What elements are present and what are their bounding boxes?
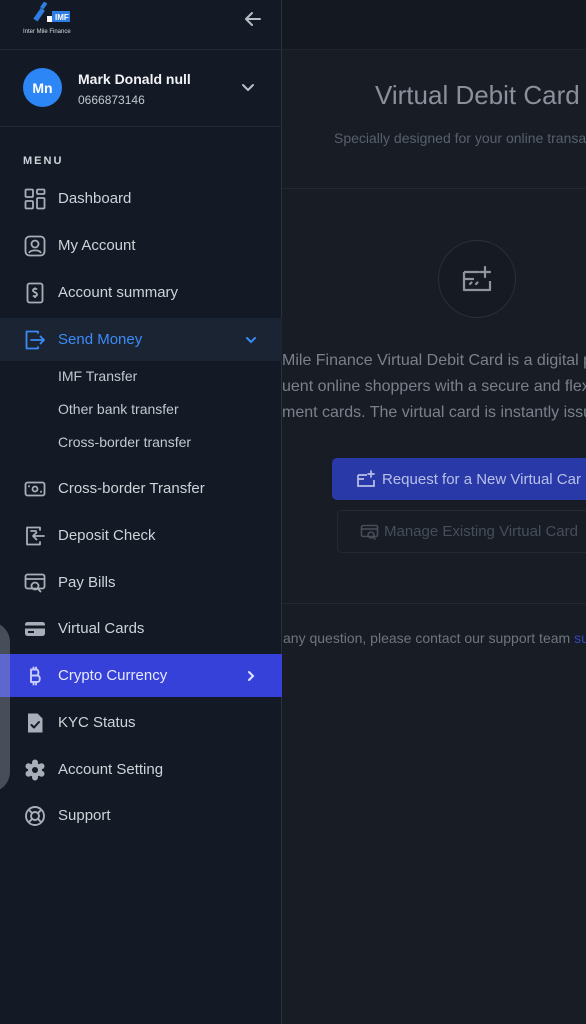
page-divider	[282, 188, 586, 189]
dashboard-grid-icon	[23, 187, 47, 211]
sidebar-item-label: Dashboard	[58, 190, 132, 207]
sidebar-item-label: KYC Status	[58, 714, 136, 731]
sidebar-item-deposit-check[interactable]: Deposit Check	[0, 514, 282, 557]
sidebar-item-kyc-status[interactable]: KYC Status	[0, 701, 282, 744]
sidebar-item-my-account[interactable]: My Account	[0, 224, 282, 267]
support-note-text: any question, please contact our support…	[283, 630, 575, 646]
card-description-line: uent online shoppers with a secure and f…	[282, 378, 586, 395]
gear-icon	[23, 758, 47, 782]
sidebar-item-label: Support	[58, 807, 111, 824]
user-name: Mark Donald null	[78, 71, 191, 87]
menu-section-label: MENU	[23, 155, 64, 167]
app-root: Virtual Debit Card Specially designed fo…	[0, 0, 586, 1024]
bitcoin-icon	[23, 664, 47, 688]
sidebar-item-cross-border-transfer[interactable]: Cross-border Transfer	[0, 467, 282, 510]
sidebar-item-support[interactable]: Support	[0, 794, 282, 837]
sidebar-item-send-money[interactable]: Send Money	[0, 318, 282, 361]
card-search-icon	[360, 524, 379, 540]
sidebar-item-crypto-currency[interactable]: Crypto Currency	[0, 654, 282, 697]
sidebar-item-label: Deposit Check	[58, 527, 156, 544]
sidebar-item-label: Send Money	[58, 331, 143, 348]
logo-badge-text: IMF	[55, 13, 69, 22]
chevron-down-icon	[244, 333, 258, 347]
page-topbar	[282, 0, 586, 50]
manage-virtual-card-label: Manage Existing Virtual Card	[384, 523, 578, 540]
sidebar-item-label: Cross-border Transfer	[58, 480, 205, 497]
logo-caption: Inter Mile Finance	[23, 29, 71, 35]
sidebar-item-label: My Account	[58, 237, 136, 254]
deposit-check-icon	[23, 524, 47, 548]
manage-virtual-card-button[interactable]: Manage Existing Virtual Card	[337, 510, 586, 553]
card-plus-icon	[357, 470, 375, 487]
cash-icon	[23, 477, 47, 501]
sidebar-item-label: Account summary	[58, 284, 179, 301]
card-description-line: Mile Finance Virtual Debit Card is a dig…	[282, 352, 586, 369]
sidebar-item-virtual-cards[interactable]: Virtual Cards	[0, 607, 282, 650]
sidebar-item-dashboard[interactable]: Dashboard	[0, 177, 282, 220]
document-check-icon	[23, 711, 47, 735]
send-money-icon	[23, 328, 47, 352]
sidebar: IMF Inter Mile Finance Mn Mark Donald nu…	[0, 0, 282, 1024]
submenu-item-imf-transfer[interactable]: IMF Transfer	[58, 368, 137, 384]
sidebar-item-label: Pay Bills	[58, 574, 116, 591]
lifebuoy-icon	[23, 804, 47, 828]
chevron-down-icon[interactable]	[240, 79, 256, 95]
sidebar-item-label: Virtual Cards	[58, 620, 145, 637]
sidebar-item-account-setting[interactable]: Account Setting	[0, 748, 282, 791]
receipt-dollar-icon	[23, 281, 47, 305]
support-note: any question, please contact our support…	[283, 630, 586, 646]
submenu-item-cross-border-transfer[interactable]: Cross-border transfer	[58, 434, 191, 450]
support-link[interactable]: sup	[574, 630, 586, 646]
sidebar-header: IMF Inter Mile Finance	[0, 0, 282, 50]
user-phone: 0666873146	[78, 93, 145, 107]
edge-swipe-handle[interactable]	[0, 622, 10, 792]
avatar: Mn	[23, 68, 62, 107]
submenu-item-other-bank-transfer[interactable]: Other bank transfer	[58, 401, 179, 417]
card-description-line: ment cards. The virtual card is instantl…	[282, 404, 586, 421]
sidebar-item-account-summary[interactable]: Account summary	[0, 271, 282, 314]
user-icon	[23, 234, 47, 258]
request-virtual-card-button[interactable]: Request for a New Virtual Car	[332, 458, 586, 500]
page-divider	[282, 603, 586, 604]
close-sidebar-arrow-icon[interactable]	[241, 7, 265, 31]
bill-search-icon	[23, 571, 47, 595]
sidebar-item-label: Crypto Currency	[58, 667, 168, 684]
virtual-card-icon	[438, 240, 516, 318]
page-title: Virtual Debit Card	[375, 80, 580, 110]
chevron-right-icon	[244, 669, 258, 683]
user-profile[interactable]: Mn Mark Donald null 0666873146	[0, 51, 282, 127]
sidebar-item-pay-bills[interactable]: Pay Bills	[0, 561, 282, 604]
request-virtual-card-label: Request for a New Virtual Car	[382, 470, 581, 488]
page-subtitle: Specially designed for your online trans…	[334, 130, 586, 146]
credit-card-icon	[23, 617, 47, 641]
imf-logo-mark: IMF	[33, 1, 70, 22]
sidebar-item-label: Account Setting	[58, 761, 164, 778]
